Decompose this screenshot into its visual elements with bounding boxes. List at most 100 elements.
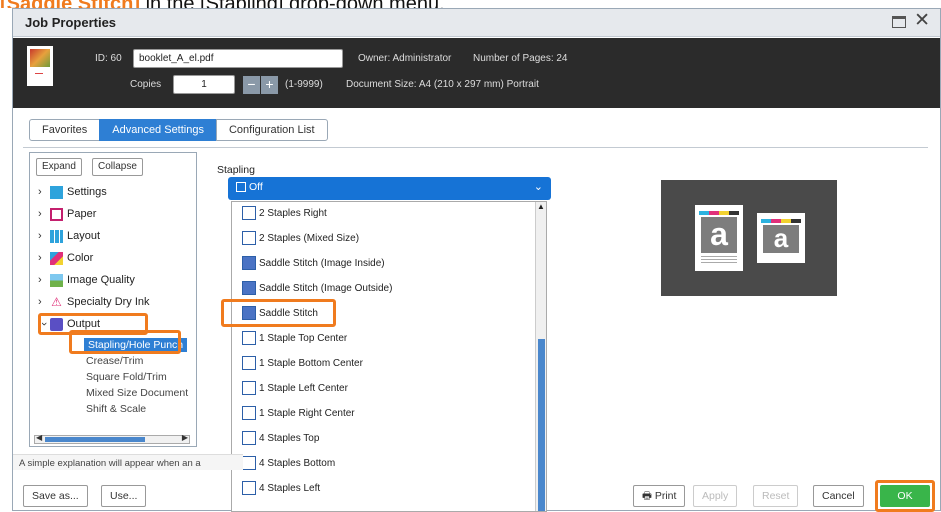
owner-text: Owner: Administrator: [358, 53, 452, 64]
tree-item-label: Layout: [67, 230, 101, 242]
copies-increment-button[interactable]: +: [261, 76, 278, 94]
paper-icon: [50, 207, 63, 221]
tree-subitem-crease-trim[interactable]: Crease/Trim: [86, 355, 143, 367]
ok-highlight: [875, 480, 935, 512]
staple-option-icon: [242, 481, 256, 495]
staple-option-icon: [242, 331, 256, 345]
job-info-bar: ID: 60 booklet_A_el.pdf Owner: Administr…: [13, 38, 940, 108]
chevron-right-icon: ›: [38, 230, 42, 242]
copies-input[interactable]: 1: [173, 75, 235, 94]
save-as-button[interactable]: Save as...: [23, 485, 88, 507]
option-label: 1 Staple Top Center: [259, 332, 348, 344]
copies-decrement-button[interactable]: −: [243, 76, 260, 94]
job-properties-window: Job Properties ✕ ID: 60 booklet_A_el.pdf…: [12, 8, 941, 512]
tree-item-specialty-dry-ink[interactable]: › ⚠ Specialty Dry Ink: [38, 293, 150, 311]
option-label: 1 Staple Bottom Center: [259, 357, 363, 369]
cancel-button[interactable]: Cancel: [813, 485, 864, 507]
layout-icon: [50, 229, 63, 243]
help-status-bar: A simple explanation will appear when an…: [13, 454, 243, 470]
apply-button[interactable]: Apply: [693, 485, 738, 507]
option-label: 1 Staple Left Center: [259, 382, 348, 394]
tree-item-paper[interactable]: › Paper: [38, 205, 96, 223]
tree-item-label: Image Quality: [67, 274, 135, 286]
preview-letter: a: [701, 217, 737, 253]
collapse-button[interactable]: Collapse: [92, 158, 143, 176]
tree-item-image-quality[interactable]: › Image Quality: [38, 271, 135, 289]
chevron-right-icon: ›: [38, 296, 42, 308]
filename-field[interactable]: booklet_A_el.pdf: [133, 49, 343, 68]
scrollbar-thumb[interactable]: [538, 339, 545, 511]
option-1-staple-top-center[interactable]: 1 Staple Top Center: [242, 328, 347, 348]
tab-configuration-list[interactable]: Configuration List: [215, 119, 328, 141]
stapling-hole-punch-highlight: [69, 330, 181, 354]
use-button[interactable]: Use...: [101, 485, 147, 507]
scrollbar-thumb[interactable]: [45, 437, 145, 442]
option-1-staple-right-center[interactable]: 1 Staple Right Center: [242, 403, 355, 423]
option-label: 1 Staple Right Center: [259, 407, 355, 419]
job-id: ID: 60: [95, 53, 122, 64]
option-4-staples-top[interactable]: 4 Staples Top: [242, 428, 319, 448]
tree-item-label: Color: [67, 252, 94, 264]
preview-letter: a: [763, 225, 799, 253]
option-label: 4 Staples Left: [259, 482, 321, 494]
scroll-left-icon[interactable]: ◀: [36, 433, 42, 442]
option-4-staples-left[interactable]: 4 Staples Left: [242, 478, 320, 498]
staple-option-icon: [242, 431, 256, 445]
tab-advanced-settings[interactable]: Advanced Settings: [99, 119, 217, 141]
print-button[interactable]: 🖶 Print: [633, 485, 686, 507]
caption-text: in the [Stapling] drop-down menu.: [140, 0, 445, 8]
chevron-down-icon: ⌄: [533, 181, 543, 193]
option-saddle-stitch-image-outside[interactable]: Saddle Stitch (Image Outside): [242, 278, 392, 298]
tree-item-label: Settings: [67, 186, 107, 198]
settings-icon: [50, 185, 63, 199]
scroll-up-icon[interactable]: ▲: [537, 202, 545, 211]
option-2-staples-right[interactable]: 2 Staples Right: [242, 203, 327, 223]
option-label: 2 Staples Right: [259, 207, 327, 219]
copies-range: (1-9999): [285, 79, 323, 90]
preview-page-left: a: [695, 205, 743, 271]
copies-label: Copies: [130, 79, 162, 90]
tab-separator: [23, 147, 928, 148]
maximize-icon[interactable]: [892, 16, 906, 28]
option-1-staple-left-center[interactable]: 1 Staple Left Center: [242, 378, 348, 398]
stapling-options-list: 2 Staples Right 2 Staples (Mixed Size) S…: [231, 201, 547, 512]
option-1-staple-bottom-center[interactable]: 1 Staple Bottom Center: [242, 353, 363, 373]
options-vertical-scrollbar[interactable]: ▲: [535, 202, 546, 511]
stapling-preview: a a: [661, 180, 837, 296]
settings-tree-panel: Expand Collapse › Settings › Paper › Lay…: [29, 152, 197, 447]
close-icon[interactable]: ✕: [914, 11, 930, 31]
option-2-staples-mixed-size[interactable]: 2 Staples (Mixed Size): [242, 228, 359, 248]
option-label: Saddle Stitch (Image Outside): [259, 282, 393, 294]
preview-page-right: a: [757, 213, 805, 263]
reset-button[interactable]: Reset: [753, 485, 799, 507]
scroll-right-icon[interactable]: ▶: [182, 433, 188, 442]
tree-horizontal-scrollbar[interactable]: ◀ ▶: [34, 433, 190, 444]
tree-subitem-shift-scale[interactable]: Shift & Scale: [86, 403, 146, 415]
option-4-staples-bottom[interactable]: 4 Staples Bottom: [242, 453, 335, 473]
option-label: 4 Staples Top: [259, 432, 320, 444]
stapling-dropdown[interactable]: Off ⌄: [228, 177, 551, 200]
option-saddle-stitch-image-inside[interactable]: Saddle Stitch (Image Inside): [242, 253, 385, 273]
chevron-right-icon: ›: [38, 186, 42, 198]
saddle-stitch-icon: [242, 281, 256, 295]
chevron-right-icon: ›: [38, 252, 42, 264]
document-size-text: Document Size: A4 (210 x 297 mm) Portrai…: [346, 79, 539, 90]
chevron-right-icon: ›: [38, 208, 42, 220]
expand-button[interactable]: Expand: [36, 158, 82, 176]
tree-item-label: Paper: [67, 208, 97, 220]
staple-option-icon: [242, 206, 256, 220]
staple-option-icon: [242, 356, 256, 370]
tab-favorites[interactable]: Favorites: [29, 119, 101, 141]
tree-subitem-square-fold-trim[interactable]: Square Fold/Trim: [86, 371, 167, 383]
tree-item-settings[interactable]: › Settings: [38, 183, 107, 201]
option-label: Saddle Stitch (Image Inside): [259, 257, 385, 269]
tree-item-color[interactable]: › Color: [38, 249, 93, 267]
print-label: Print: [654, 490, 677, 502]
staple-option-icon: [242, 231, 256, 245]
staple-option-icon: [242, 456, 256, 470]
staple-option-icon: [242, 381, 256, 395]
tree-item-layout[interactable]: › Layout: [38, 227, 100, 245]
tree-subitem-mixed-size-document[interactable]: Mixed Size Document: [86, 387, 188, 399]
image-quality-icon: [50, 273, 63, 287]
saddle-stitch-highlight: [221, 299, 336, 327]
